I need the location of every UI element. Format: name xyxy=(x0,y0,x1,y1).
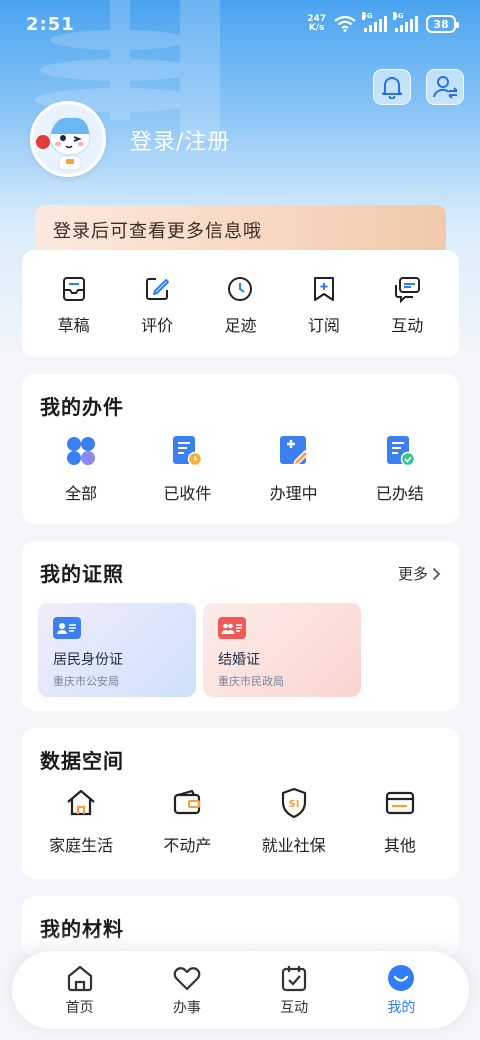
data-employment-social-label: 就业社保 xyxy=(261,836,326,855)
status-bar: 2:51 247 K/s 5G 4G 38 xyxy=(0,0,480,48)
tab-home-label: 首页 xyxy=(65,1000,94,1016)
tab-services[interactable]: 办事 xyxy=(147,963,227,1017)
id-card-icon xyxy=(53,617,81,639)
completed-doc-icon xyxy=(386,436,416,467)
account-switch-button[interactable] xyxy=(426,69,464,105)
wifi-icon xyxy=(334,16,356,32)
status-indicators: 247 K/s 5G 4G 38 xyxy=(307,12,459,33)
data-real-estate[interactable]: 不动产 xyxy=(137,786,237,856)
license-id-name: 居民身份证 xyxy=(53,651,123,667)
quick-draft-label: 草稿 xyxy=(57,316,90,335)
svg-text:SI: SI xyxy=(288,799,299,810)
license-marriage-name: 结婚证 xyxy=(218,651,260,667)
chat-icon xyxy=(395,277,421,304)
tasks-completed-label: 已办结 xyxy=(375,484,424,503)
calendar-check-icon xyxy=(282,966,307,992)
battery-level: 38 xyxy=(433,17,449,31)
data-family-life[interactable]: 家庭生活 xyxy=(31,786,131,856)
tasks-received[interactable]: 已收件 xyxy=(137,434,237,504)
quick-actions-card: 草稿 评价 足迹 订阅 互动 xyxy=(22,250,459,357)
tab-mine-label: 我的 xyxy=(387,1000,416,1016)
avatar[interactable] xyxy=(30,101,106,177)
home-icon xyxy=(67,965,92,992)
quick-subscribe[interactable]: 订阅 xyxy=(289,274,359,336)
licenses-more-label: 更多 xyxy=(397,565,428,583)
bottom-tab-bar: 首页 办事 互动 我的 xyxy=(12,951,469,1029)
data-real-estate-label: 不动产 xyxy=(163,836,212,855)
my-licenses-title: 我的证照 xyxy=(40,562,124,586)
tab-interact[interactable]: 互动 xyxy=(254,963,334,1017)
net-speed-unit: K/s xyxy=(308,23,325,33)
license-marriage-org: 重庆市民政局 xyxy=(218,676,284,688)
bookmark-plus-icon xyxy=(313,277,334,301)
bell-icon xyxy=(382,77,402,99)
data-employment-social[interactable]: SI 就业社保 xyxy=(244,786,344,856)
shield-si-icon: SI xyxy=(281,787,306,819)
tasks-received-label: 已收件 xyxy=(163,484,212,503)
sig2-label: 4G xyxy=(393,12,404,20)
sig1-label: 5G xyxy=(362,12,373,20)
license-card-marriage[interactable]: 结婚证 重庆市民政局 xyxy=(203,603,361,697)
tab-mine[interactable]: 我的 xyxy=(361,963,441,1017)
signal-4g-icon: 4G xyxy=(393,12,418,32)
draft-icon xyxy=(62,277,85,301)
my-licenses-card: 我的证照 更多 居民身份证 重庆市公安局 结婚证 重庆市民政局 xyxy=(22,541,459,711)
received-doc-icon xyxy=(173,436,203,467)
licenses-more-link[interactable]: 更多 xyxy=(398,563,441,584)
processing-doc-icon xyxy=(279,436,309,467)
quick-review-label: 评价 xyxy=(141,316,174,335)
quick-draft[interactable]: 草稿 xyxy=(39,274,109,336)
quick-review[interactable]: 评价 xyxy=(122,274,192,336)
data-space-card: 数据空间 家庭生活 不动产 SI 就业社保 其他 xyxy=(22,728,459,879)
house-icon xyxy=(67,789,95,816)
quick-interact[interactable]: 互动 xyxy=(372,274,442,336)
status-time: 2:51 xyxy=(26,13,75,35)
tasks-processing-label: 办理中 xyxy=(269,484,318,503)
data-space-title: 数据空间 xyxy=(40,749,124,773)
network-speed: 247 K/s xyxy=(307,15,326,33)
wallet-icon xyxy=(174,789,201,815)
quick-history[interactable]: 足迹 xyxy=(205,274,275,336)
mascot-avatar-icon xyxy=(33,104,103,174)
edit-icon xyxy=(146,278,170,300)
my-tasks-title: 我的办件 xyxy=(40,395,124,419)
quick-interact-label: 互动 xyxy=(391,316,424,335)
tasks-processing[interactable]: 办理中 xyxy=(244,434,344,504)
data-family-life-label: 家庭生活 xyxy=(49,836,114,855)
battery-icon: 38 xyxy=(426,15,459,33)
license-id-org: 重庆市公安局 xyxy=(53,676,119,688)
license-card-id[interactable]: 居民身份证 重庆市公安局 xyxy=(38,603,196,697)
my-tasks-card: 我的办件 全部 已收件 办理中 已办结 xyxy=(22,374,459,524)
quick-history-label: 足迹 xyxy=(224,316,257,335)
card-icon xyxy=(385,791,414,815)
data-other-label: 其他 xyxy=(383,836,416,855)
tab-services-label: 办事 xyxy=(172,1000,201,1016)
login-register-link[interactable]: 登录/注册 xyxy=(130,124,230,156)
login-prompt-banner[interactable]: 登录后可查看更多信息哦 xyxy=(35,205,446,253)
smile-icon xyxy=(388,965,415,991)
chevron-right-icon xyxy=(432,567,441,580)
quick-subscribe-label: 订阅 xyxy=(307,316,340,335)
signal-5g-icon: 5G xyxy=(362,12,387,32)
marriage-cert-icon xyxy=(218,617,246,639)
data-other[interactable]: 其他 xyxy=(350,786,450,856)
all-grid-icon xyxy=(67,437,96,465)
heart-icon xyxy=(173,967,201,991)
tab-interact-label: 互动 xyxy=(280,1000,309,1016)
tasks-completed[interactable]: 已办结 xyxy=(350,434,450,504)
tasks-all-label: 全部 xyxy=(65,484,98,503)
tasks-all[interactable]: 全部 xyxy=(31,434,131,504)
tab-home[interactable]: 首页 xyxy=(40,963,120,1017)
clock-icon xyxy=(228,277,253,301)
user-switch-icon xyxy=(433,76,458,99)
notification-button[interactable] xyxy=(373,69,411,105)
